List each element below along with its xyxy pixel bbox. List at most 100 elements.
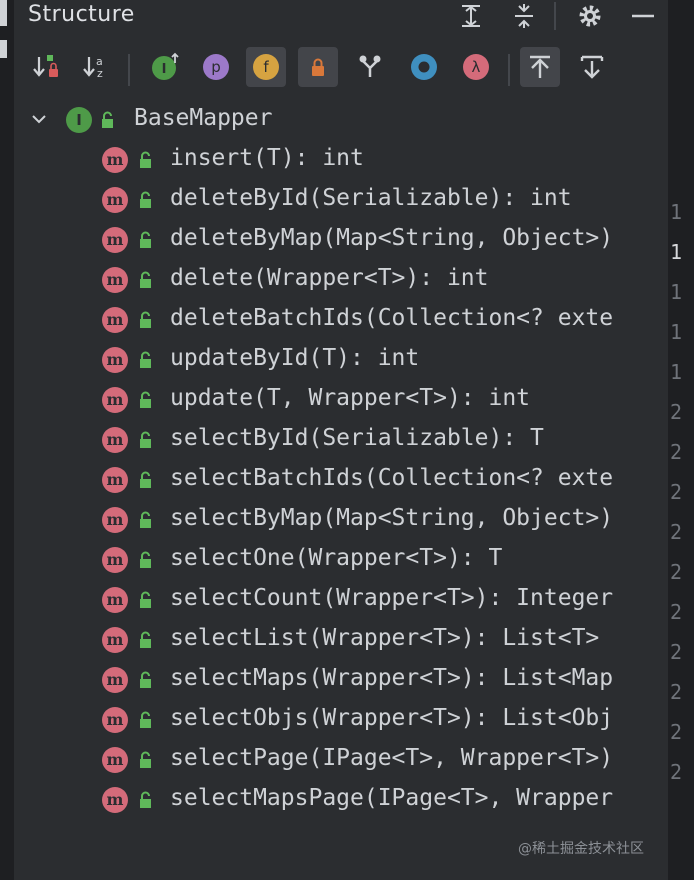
svg-text:f: f (263, 58, 269, 76)
public-lock-icon (138, 751, 154, 769)
panel-header: Structure (14, 0, 668, 34)
method-label: selectObjs(Wrapper<T>): List<Obj (170, 705, 614, 731)
public-lock-icon (138, 791, 154, 809)
show-fields-icon[interactable]: f (246, 47, 286, 87)
method-icon: m (102, 747, 128, 773)
tree-method-row[interactable]: m selectBatchIds(Collection<? exte (14, 460, 668, 500)
method-icon: m (102, 587, 128, 613)
editor-line-number: 1 (670, 280, 683, 304)
expand-all-icon[interactable] (458, 3, 484, 29)
toolbar-separator (128, 54, 130, 86)
tree-method-row[interactable]: m selectList(Wrapper<T>): List<T> (14, 620, 668, 660)
editor-line-number: 2 (670, 680, 683, 704)
minimize-icon[interactable] (630, 3, 656, 29)
method-label: selectPage(IPage<T>, Wrapper<T>) (170, 745, 614, 771)
editor-line-number: 2 (670, 440, 683, 464)
chevron-down-icon[interactable] (30, 110, 48, 128)
method-label: selectList(Wrapper<T>): List<T> (170, 625, 600, 651)
tree-method-row[interactable]: m update(T, Wrapper<T>): int (14, 380, 668, 420)
svg-text:λ: λ (472, 58, 481, 76)
tree-method-row[interactable]: m selectCount(Wrapper<T>): Integer (14, 580, 668, 620)
method-label: insert(T): int (170, 145, 364, 171)
tool-window-marker (0, 0, 7, 26)
public-lock-icon (138, 151, 154, 169)
tree-root-row[interactable]: I BaseMapper (14, 100, 668, 140)
method-icon: m (102, 427, 128, 453)
structure-toolbar: a z I p f λ (14, 44, 668, 94)
svg-text:I: I (162, 62, 167, 77)
method-icon: m (102, 707, 128, 733)
method-label: selectById(Serializable): T (170, 425, 544, 451)
tree-method-row[interactable]: m selectByMap(Map<String, Object>) (14, 500, 668, 540)
method-icon: m (102, 387, 128, 413)
tree-method-row[interactable]: m insert(T): int (14, 140, 668, 180)
method-label: deleteBatchIds(Collection<? exte (170, 305, 614, 331)
editor-line-number: 2 (670, 720, 683, 744)
method-label: selectMaps(Wrapper<T>): List<Map (170, 665, 614, 691)
sort-by-visibility-icon[interactable] (26, 47, 66, 87)
tree-method-row[interactable]: m selectOne(Wrapper<T>): T (14, 540, 668, 580)
tree-method-row[interactable]: m selectMaps(Wrapper<T>): List<Map (14, 660, 668, 700)
editor-line-number: 2 (670, 640, 683, 664)
public-lock-icon (138, 391, 154, 409)
method-icon: m (102, 187, 128, 213)
editor-line-number: 2 (670, 560, 683, 584)
editor-line-number: 2 (670, 480, 683, 504)
tree-method-row[interactable]: m selectObjs(Wrapper<T>): List<Obj (14, 700, 668, 740)
watermark: @稀土掘金技术社区 (518, 841, 644, 857)
left-tool-strip (0, 0, 14, 880)
method-label: updateById(T): int (170, 345, 420, 371)
method-icon: m (102, 227, 128, 253)
autoscroll-from-source-icon[interactable] (572, 47, 612, 87)
method-label: selectOne(Wrapper<T>): T (170, 545, 503, 571)
method-label: deleteById(Serializable): int (170, 185, 572, 211)
editor-line-number: 2 (670, 520, 683, 544)
method-icon: m (102, 147, 128, 173)
show-anonymous-icon[interactable] (404, 47, 444, 87)
editor-line-number: 1 (670, 320, 683, 344)
collapse-all-icon[interactable] (511, 3, 537, 29)
method-icon: m (102, 787, 128, 813)
editor-line-number: 1 (670, 240, 683, 264)
method-label: selectBatchIds(Collection<? exte (170, 465, 614, 491)
public-lock-icon (138, 351, 154, 369)
method-icon: m (102, 307, 128, 333)
tree-method-row[interactable]: m updateById(T): int (14, 340, 668, 380)
method-label: delete(Wrapper<T>): int (170, 265, 489, 291)
show-non-public-icon[interactable] (298, 47, 338, 87)
tree-method-row[interactable]: m delete(Wrapper<T>): int (14, 260, 668, 300)
method-label: selectByMap(Map<String, Object>) (170, 505, 614, 531)
method-icon: m (102, 267, 128, 293)
public-lock-icon (138, 231, 154, 249)
public-lock-icon (138, 711, 154, 729)
tree-method-row[interactable]: m selectMapsPage(IPage<T>, Wrapper (14, 780, 668, 820)
public-lock-icon (138, 191, 154, 209)
method-label: selectMapsPage(IPage<T>, Wrapper (170, 785, 614, 811)
autoscroll-to-source-icon[interactable] (520, 47, 560, 87)
sort-alphabetically-icon[interactable]: a z (76, 47, 116, 87)
show-inherited-icon[interactable]: I (146, 47, 186, 87)
editor-line-number: 1 (670, 360, 683, 384)
tree-method-row[interactable]: m deleteById(Serializable): int (14, 180, 668, 220)
show-lambdas-icon[interactable]: λ (456, 47, 496, 87)
public-lock-icon (138, 671, 154, 689)
public-lock-icon (138, 471, 154, 489)
tree-method-row[interactable]: m deleteByMap(Map<String, Object>) (14, 220, 668, 260)
public-lock-icon (138, 311, 154, 329)
public-lock-icon (138, 551, 154, 569)
tree-root-label: BaseMapper (134, 105, 273, 131)
svg-text:p: p (211, 58, 221, 76)
show-properties-icon[interactable]: p (196, 47, 236, 87)
public-lock-icon (138, 271, 154, 289)
show-interfaces-icon[interactable] (350, 47, 390, 87)
method-icon: m (102, 627, 128, 653)
tree-method-row[interactable]: m deleteBatchIds(Collection<? exte (14, 300, 668, 340)
structure-panel: Structure a z I p f λ I BaseMapper m ins… (14, 0, 668, 880)
toolbar-separator (508, 54, 510, 86)
tree-method-row[interactable]: m selectById(Serializable): T (14, 420, 668, 460)
method-icon: m (102, 347, 128, 373)
public-lock-icon (138, 591, 154, 609)
gear-icon[interactable] (577, 3, 603, 29)
editor-line-number: 2 (670, 600, 683, 624)
tree-method-row[interactable]: m selectPage(IPage<T>, Wrapper<T>) (14, 740, 668, 780)
